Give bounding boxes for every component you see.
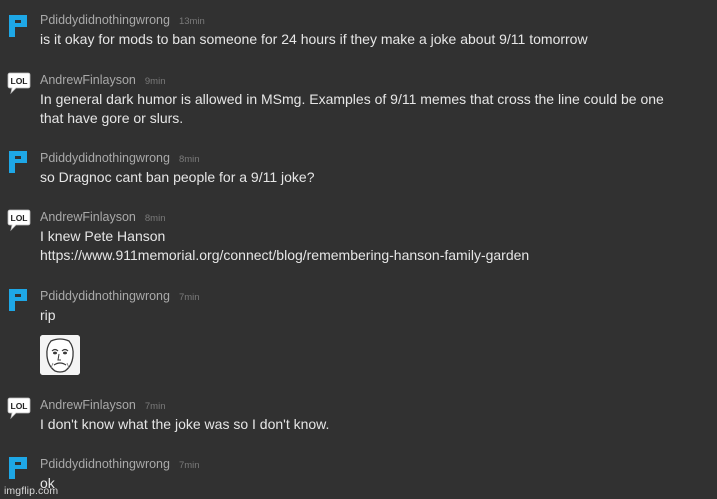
message-text: I don't know what the joke was so I don'… (40, 415, 712, 434)
message-text: I knew Pete Hanson https://www.911memori… (40, 227, 712, 265)
timestamp: 9min (144, 76, 166, 87)
timestamp: 7min (144, 401, 166, 412)
lol-bubble-icon[interactable] (6, 396, 32, 422)
message-line: ok (40, 475, 55, 491)
message-text: so Dragnoc cant ban people for a 9/11 jo… (40, 168, 712, 187)
message-meta: Pdiddydidnothingwrong 13min (40, 12, 205, 28)
username[interactable]: Pdiddydidnothingwrong (40, 457, 170, 471)
lol-bubble-icon[interactable] (6, 208, 32, 234)
message-line: I don't know what the joke was so I don'… (40, 416, 330, 432)
chat-log: Pdiddydidnothingwrong 13min is it okay fo… (0, 0, 717, 499)
message-text: ok (40, 474, 712, 493)
imgflip-watermark: imgflip.com (4, 485, 59, 497)
blue-p-icon[interactable] (6, 287, 32, 313)
message-line: I knew Pete Hanson (40, 228, 166, 244)
message-meta: AndrewFinlayson 9min (40, 72, 165, 88)
timestamp: 8min (144, 213, 166, 224)
blue-p-icon[interactable] (6, 455, 32, 481)
username[interactable]: AndrewFinlayson (40, 73, 136, 87)
message-line: In general dark humor is allowed in MSmg… (40, 91, 664, 107)
message-line: so Dragnoc cant ban people for a 9/11 jo… (40, 169, 315, 185)
username[interactable]: Pdiddydidnothingwrong (40, 289, 170, 303)
message-meta: Pdiddydidnothingwrong 7min (40, 288, 200, 304)
username[interactable]: AndrewFinlayson (40, 398, 136, 412)
lol-bubble-icon[interactable] (6, 71, 32, 97)
message-link[interactable]: https://www.911memorial.org/connect/blog… (40, 246, 712, 265)
blue-p-icon[interactable] (6, 149, 32, 175)
message-text: In general dark humor is allowed in MSmg… (40, 90, 712, 128)
timestamp: 7min (178, 292, 200, 303)
timestamp: 7min (178, 460, 200, 471)
sad-meme-face-icon[interactable] (40, 335, 80, 375)
message-text: is it okay for mods to ban someone for 2… (40, 30, 712, 49)
message-line: rip (40, 307, 56, 323)
message-meta: AndrewFinlayson 7min (40, 397, 165, 413)
message-meta: Pdiddydidnothingwrong 7min (40, 456, 200, 472)
username[interactable]: AndrewFinlayson (40, 210, 136, 224)
message-text: rip (40, 306, 712, 325)
username[interactable]: Pdiddydidnothingwrong (40, 13, 170, 27)
blue-p-icon[interactable] (6, 13, 32, 39)
message-line: is it okay for mods to ban someone for 2… (40, 31, 588, 47)
message-line: that have gore or slurs. (40, 110, 184, 126)
timestamp: 8min (178, 154, 200, 165)
message-meta: Pdiddydidnothingwrong 8min (40, 150, 200, 166)
timestamp: 13min (178, 16, 205, 27)
username[interactable]: Pdiddydidnothingwrong (40, 151, 170, 165)
message-meta: AndrewFinlayson 8min (40, 209, 165, 225)
